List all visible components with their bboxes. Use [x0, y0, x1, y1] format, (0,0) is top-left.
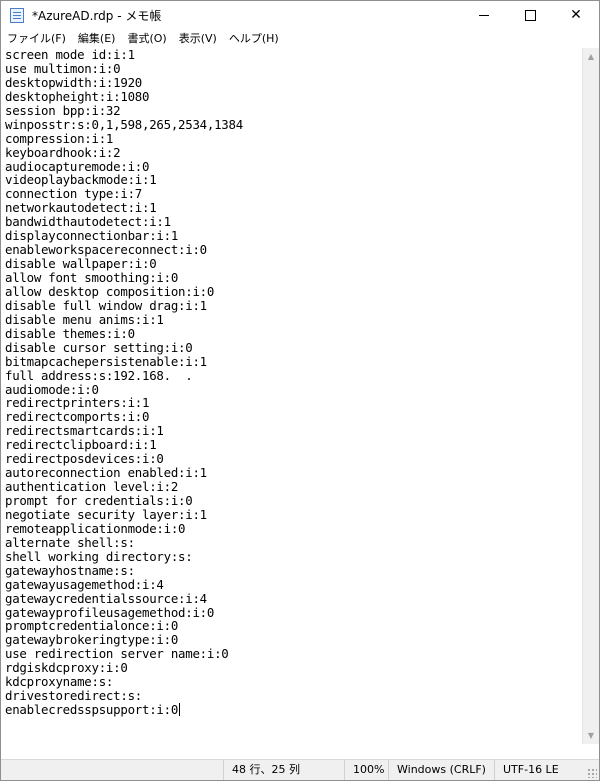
text-line: disable themes:i:0: [5, 325, 135, 341]
text-line: displayconnectionbar:i:1: [5, 228, 179, 244]
minimize-icon: [479, 14, 489, 16]
menu-bar: ファイル(F) 編集(E) 書式(O) 表示(V) ヘルプ(H): [1, 29, 599, 49]
notepad-icon: [10, 7, 24, 23]
text-line: autoreconnection enabled:i:1: [5, 465, 207, 481]
text-line: videoplaybackmode:i:1: [5, 172, 157, 188]
text-line: gatewayprofileusagemethod:i:0: [5, 604, 215, 620]
text-line: negotiate security layer:i:1: [5, 506, 207, 522]
text-line: prompt for credentials:i:0: [5, 493, 193, 508]
minimize-button[interactable]: [461, 1, 507, 29]
text-line: redirectposdevices:i:0: [5, 451, 164, 467]
text-line: authentication level:i:2: [5, 479, 179, 495]
text-line: bitmapcachepersistenable:i:1: [5, 353, 207, 369]
text-line: bandwidthautodetect:i:1: [5, 214, 171, 230]
text-line: full address:s:192.168. .: [5, 367, 193, 383]
text-line: winposstr:s:0,1,598,265,2534,1384: [5, 116, 243, 132]
text-line: desktopheight:i:1080: [5, 88, 150, 104]
text-line: drivestoredirect:s:: [5, 688, 142, 704]
text-line: audiocapturemode:i:0: [5, 158, 150, 174]
text-line: enableworkspacereconnect:i:0: [5, 242, 207, 258]
vertical-scrollbar[interactable]: ▲ ▼: [582, 48, 599, 744]
text-line: rdgiskdcproxy:i:0: [5, 660, 128, 676]
text-line: promptcredentialonce:i:0: [5, 618, 179, 634]
close-icon: ✕: [570, 7, 582, 23]
text-line: redirectprinters:i:1: [5, 395, 150, 411]
text-caret: [179, 703, 181, 717]
text-line: disable cursor setting:i:0: [5, 339, 193, 355]
text-line: connection type:i:7: [5, 186, 142, 202]
text-line: redirectcomports:i:0: [5, 409, 150, 425]
text-line: session bpp:i:32: [5, 102, 121, 118]
text-line: disable menu anims:i:1: [5, 311, 164, 327]
text-line: disable wallpaper:i:0: [5, 256, 157, 272]
text-line: use multimon:i:0: [5, 60, 121, 76]
text-line: gatewayusagemethod:i:4: [5, 576, 164, 592]
title-bar[interactable]: *AzureAD.rdp - メモ帳 ✕: [1, 1, 599, 29]
text-line: kdcproxyname:s:: [5, 674, 114, 690]
text-line: desktopwidth:i:1920: [5, 74, 142, 90]
text-line: alternate shell:s:: [5, 534, 135, 550]
scroll-down-icon[interactable]: ▼: [583, 727, 599, 744]
text-line: allow font smoothing:i:0: [5, 270, 179, 285]
text-line: compression:i:1: [5, 130, 114, 146]
horizontal-scroll-area: [1, 744, 599, 759]
text-line: gatewaybrokeringtype:i:0: [5, 632, 179, 648]
status-bar: 48 行、25 列 100% Windows (CRLF) UTF-16 LE: [1, 759, 599, 780]
window-title: *AzureAD.rdp - メモ帳: [32, 8, 162, 23]
menu-format[interactable]: 書式(O): [121, 29, 172, 48]
text-line: use redirection server name:i:0: [5, 646, 229, 662]
menu-edit[interactable]: 編集(E): [72, 29, 122, 48]
window-controls: ✕: [461, 1, 599, 29]
menu-view[interactable]: 表示(V): [173, 29, 223, 48]
text-line: remoteapplicationmode:i:0: [5, 520, 186, 536]
text-editor[interactable]: screen mode id:i:1 use multimon:i:0 deskto…: [1, 48, 582, 744]
text-line: shell working directory:s:: [5, 548, 193, 564]
resize-grip-icon[interactable]: [587, 768, 597, 778]
text-line: networkautodetect:i:1: [5, 200, 157, 216]
close-button[interactable]: ✕: [553, 1, 599, 29]
text-line: redirectclipboard:i:1: [5, 437, 157, 453]
line-ending: Windows (CRLF): [388, 760, 497, 780]
text-line: gatewaycredentialssource:i:4: [5, 590, 207, 606]
maximize-button[interactable]: [507, 1, 553, 29]
text-line: screen mode id:i:1: [5, 48, 135, 62]
text-line: disable full window drag:i:1: [5, 297, 207, 313]
cursor-position: 48 行、25 列: [223, 760, 342, 780]
encoding: UTF-16 LE: [494, 760, 593, 780]
text-line: enablecredsspsupport:i:0: [5, 702, 181, 718]
text-line: redirectsmartcards:i:1: [5, 423, 164, 439]
notepad-window: *AzureAD.rdp - メモ帳 ✕ ファイル(F) 編集(E) 書式(O)…: [0, 0, 600, 781]
zoom-level: 100%: [344, 760, 393, 780]
scroll-up-icon[interactable]: ▲: [583, 48, 599, 65]
text-line: allow desktop composition:i:0: [5, 283, 215, 299]
menu-file[interactable]: ファイル(F): [1, 29, 72, 48]
text-line: keyboardhook:i:2: [5, 144, 121, 160]
menu-help[interactable]: ヘルプ(H): [223, 29, 285, 48]
text-line: audiomode:i:0: [5, 381, 99, 397]
text-line: gatewayhostname:s:: [5, 562, 135, 578]
maximize-icon: [524, 9, 536, 21]
